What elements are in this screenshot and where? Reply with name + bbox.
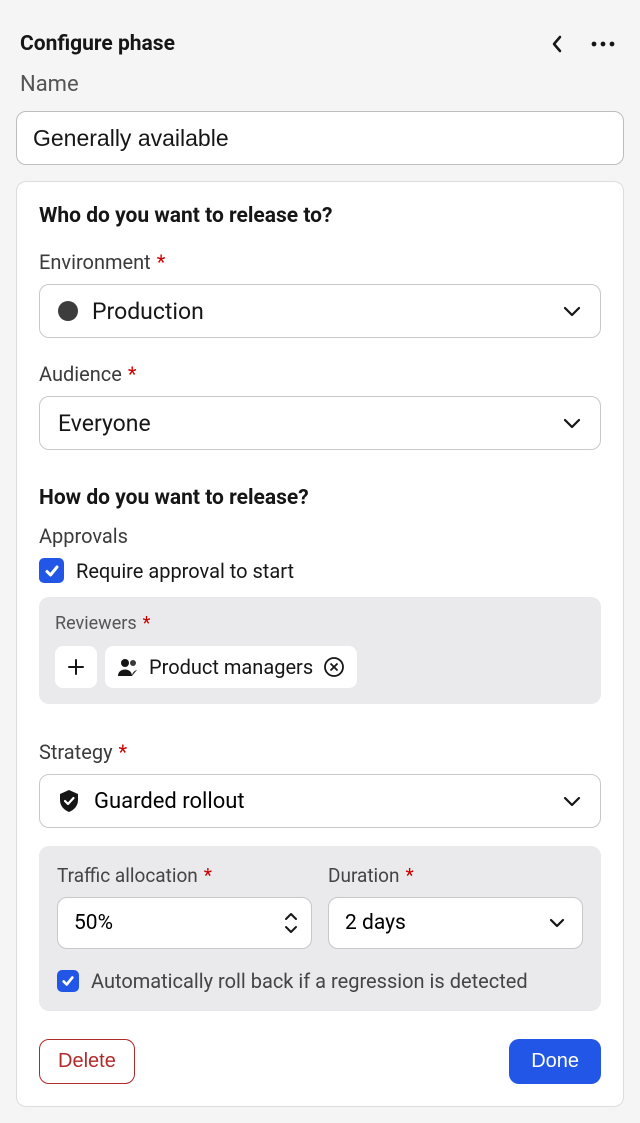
environment-label: Environment* bbox=[39, 250, 601, 274]
auto-rollback-checkbox[interactable] bbox=[57, 970, 79, 992]
require-approval-checkbox[interactable] bbox=[39, 558, 64, 583]
name-field-label: Name bbox=[16, 68, 624, 111]
duration-value: 2 days bbox=[345, 911, 406, 935]
strategy-select[interactable]: Guarded rollout bbox=[39, 774, 601, 828]
chevron-down-icon bbox=[562, 416, 582, 430]
duration-label: Duration* bbox=[328, 864, 583, 887]
shield-icon bbox=[58, 789, 80, 813]
reviewer-remove-button[interactable] bbox=[323, 656, 345, 678]
add-reviewer-button[interactable] bbox=[55, 646, 97, 688]
traffic-stepper[interactable]: 50% bbox=[57, 897, 312, 949]
done-button[interactable]: Done bbox=[509, 1039, 601, 1084]
page-title: Configure phase bbox=[20, 32, 175, 56]
audience-value: Everyone bbox=[58, 410, 151, 437]
release-to-heading: Who do you want to release to? bbox=[39, 204, 601, 228]
check-icon bbox=[44, 563, 60, 579]
audience-label: Audience* bbox=[39, 362, 601, 386]
back-button[interactable] bbox=[546, 30, 568, 58]
release-how-heading: How do you want to release? bbox=[39, 486, 601, 510]
plus-icon bbox=[66, 657, 86, 677]
environment-value: Production bbox=[92, 298, 204, 325]
reviewer-chip: Product managers bbox=[105, 646, 357, 688]
approvals-label: Approvals bbox=[39, 524, 601, 548]
traffic-label: Traffic allocation* bbox=[57, 864, 312, 887]
require-approval-label: Require approval to start bbox=[76, 559, 294, 583]
more-button[interactable] bbox=[586, 36, 620, 52]
reviewers-label: Reviewers* bbox=[55, 613, 585, 634]
reviewer-chip-label: Product managers bbox=[149, 655, 313, 679]
auto-rollback-label: Automatically roll back if a regression … bbox=[91, 969, 528, 993]
name-input[interactable] bbox=[16, 111, 624, 165]
chevron-left-icon bbox=[550, 34, 564, 54]
delete-button[interactable]: Delete bbox=[39, 1039, 135, 1084]
more-horizontal-icon bbox=[590, 40, 616, 48]
chevron-down-icon[interactable] bbox=[283, 923, 299, 935]
traffic-value: 50% bbox=[74, 911, 113, 935]
strategy-value: Guarded rollout bbox=[94, 789, 245, 814]
chevron-down-icon bbox=[548, 917, 566, 929]
chevron-down-icon bbox=[562, 794, 582, 808]
strategy-label: Strategy* bbox=[39, 740, 601, 764]
audience-select[interactable]: Everyone bbox=[39, 396, 601, 450]
chevron-up-icon[interactable] bbox=[283, 911, 299, 923]
close-circle-icon bbox=[323, 656, 345, 678]
check-icon bbox=[61, 974, 75, 988]
duration-select[interactable]: 2 days bbox=[328, 897, 583, 949]
guard-panel: Traffic allocation* 50% Duration* bbox=[39, 846, 601, 1011]
reviewers-panel: Reviewers* Product managers bbox=[39, 597, 601, 704]
environment-dot-icon bbox=[58, 301, 78, 321]
chevron-down-icon bbox=[562, 304, 582, 318]
environment-select[interactable]: Production bbox=[39, 284, 601, 338]
users-icon bbox=[117, 657, 139, 677]
